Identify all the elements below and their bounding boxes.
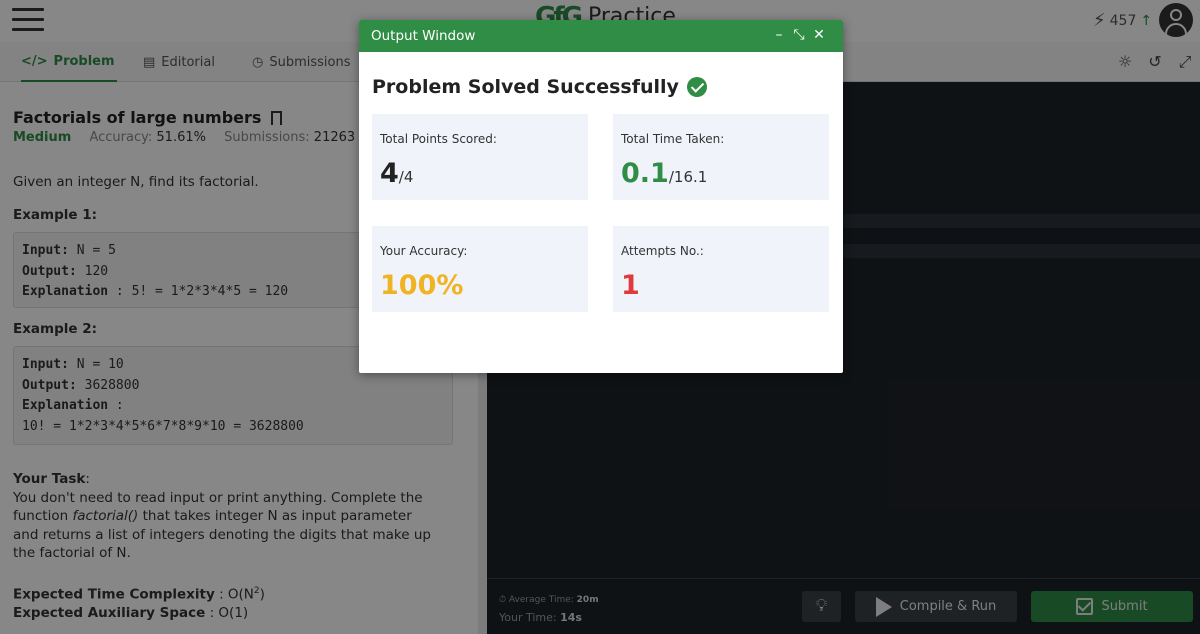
output-window-header: Output Window – ⤡ ✕ — [359, 20, 843, 52]
time-card: Total Time Taken: 0.1/16.1 — [613, 114, 829, 200]
points-value-row: 4/4 — [380, 158, 413, 189]
attempts-card: Attempts No.: 1 — [613, 226, 829, 312]
minimize-icon[interactable]: – — [771, 26, 787, 44]
result-heading: Problem Solved Successfully — [372, 76, 679, 98]
points-value: 4 — [380, 158, 399, 189]
close-icon[interactable]: ✕ — [811, 26, 827, 44]
time-value-row: 0.1/16.1 — [621, 158, 707, 189]
accuracy-card-value: 100% — [380, 270, 464, 301]
points-card: Total Points Scored: 4/4 — [372, 114, 588, 200]
accuracy-card: Your Accuracy: 100% — [372, 226, 588, 312]
output-window-title: Output Window — [371, 28, 476, 44]
collapse-icon[interactable]: ⤡ — [791, 26, 807, 44]
attempts-label: Attempts No.: — [621, 244, 704, 258]
points-total: /4 — [398, 168, 414, 186]
check-circle-icon — [686, 77, 707, 97]
accuracy-card-label: Your Accuracy: — [380, 244, 468, 258]
time-label: Total Time Taken: — [621, 132, 725, 146]
output-window: Output Window – ⤡ ✕ Problem Solved Succe… — [359, 20, 843, 373]
result-heading-row: Problem Solved Successfully — [372, 76, 707, 98]
attempts-value: 1 — [621, 270, 640, 301]
time-total: /16.1 — [668, 168, 708, 186]
time-value: 0.1 — [621, 158, 669, 189]
points-label: Total Points Scored: — [380, 132, 497, 146]
